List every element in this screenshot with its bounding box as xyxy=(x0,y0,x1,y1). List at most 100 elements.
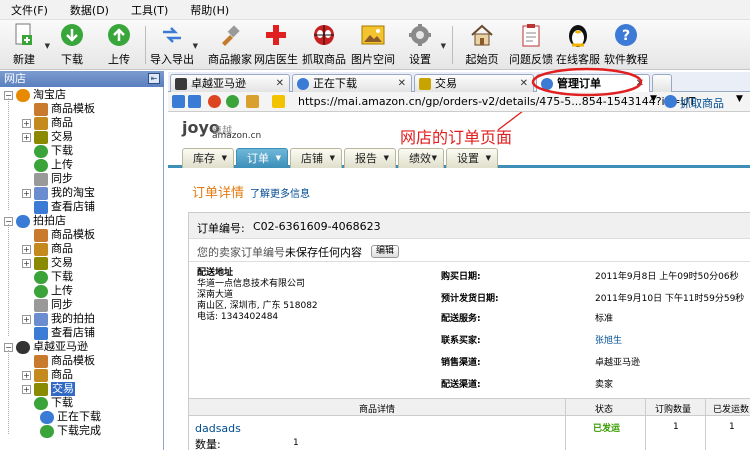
close-icon[interactable]: ✕ xyxy=(398,75,406,92)
new-tab-button[interactable] xyxy=(652,74,672,92)
shop-doctor-button[interactable]: 网店医生 xyxy=(254,22,298,67)
menu-data[interactable]: 数据(D) xyxy=(59,2,120,18)
chevron-down-icon[interactable]: ▼ xyxy=(650,94,657,104)
menu-bar: 文件(F) 数据(D) 工具(T) 帮助(H) xyxy=(0,0,750,20)
expand-icon[interactable]: + xyxy=(22,188,31,198)
item-icon xyxy=(34,102,48,116)
item-icon xyxy=(34,256,48,270)
contact-buyer-link[interactable]: 张旭生 xyxy=(595,333,622,346)
item-icon xyxy=(34,284,48,298)
store-node[interactable]: − 卓越亚马逊 xyxy=(4,340,88,354)
tree-item[interactable]: + 我的淘宝 xyxy=(22,186,95,200)
new-button[interactable]: 新建 ▼ xyxy=(2,22,50,67)
tree-item[interactable]: + 交易 xyxy=(22,382,75,396)
star-icon[interactable] xyxy=(272,95,285,108)
close-icon[interactable]: ✕ xyxy=(520,75,528,92)
upload-button[interactable]: 上传 xyxy=(97,22,141,67)
store-node[interactable]: − 拍拍店 xyxy=(4,214,66,228)
tree-item[interactable]: + 交易 xyxy=(22,256,73,270)
tab-downloading[interactable]: 正在下载 ✕ xyxy=(292,74,412,92)
tree-item[interactable]: 商品模板 xyxy=(22,102,95,116)
tree-item-label: 查看店铺 xyxy=(51,200,95,213)
chevron-down-icon[interactable]: ▼ xyxy=(736,94,743,104)
image-space-button[interactable]: 图片空间 xyxy=(351,22,395,67)
spider-icon xyxy=(311,22,337,48)
tree-line xyxy=(8,350,9,434)
learn-more-link[interactable]: 了解更多信息 xyxy=(250,185,310,200)
tree-item[interactable]: 同步 xyxy=(22,298,73,312)
tree-item[interactable]: + 商品 xyxy=(22,368,73,382)
item-link[interactable]: dadsads xyxy=(195,422,241,435)
stop-icon[interactable] xyxy=(208,95,221,108)
forward-icon[interactable] xyxy=(188,95,201,108)
menu-tools[interactable]: 工具(T) xyxy=(120,2,179,18)
new-label: 新建 xyxy=(13,53,35,66)
feedback-button[interactable]: 问题反馈 xyxy=(509,22,553,67)
tree-item[interactable]: 查看店铺 xyxy=(22,200,95,214)
detail-label: 预计发货日期: xyxy=(441,294,499,304)
penguin-icon xyxy=(565,22,591,48)
edit-button[interactable]: 编辑 xyxy=(365,243,400,258)
close-icon[interactable]: ✕ xyxy=(276,75,284,92)
tree-item[interactable]: + 我的拍拍 xyxy=(22,312,95,326)
tree-item[interactable]: 查看店铺 xyxy=(22,326,95,340)
tree-item[interactable]: 商品模板 xyxy=(22,228,95,242)
menu-help[interactable]: 帮助(H) xyxy=(179,2,240,18)
seller-nav: 库存 ▼ 订单 ▼ 店铺 ▼ 报告 ▼ 绩效 ▼ 设置 ▼ xyxy=(168,148,750,168)
online-support-button[interactable]: 在线客服 xyxy=(556,22,600,67)
nav-orders[interactable]: 订单 ▼ xyxy=(236,148,288,168)
home-icon[interactable] xyxy=(246,95,259,108)
download-button[interactable]: 下载 xyxy=(50,22,94,67)
store-node[interactable]: − 淘宝店 xyxy=(4,88,66,102)
expand-icon[interactable]: + xyxy=(22,370,31,380)
tree-item[interactable]: 同步 xyxy=(22,172,73,186)
import-export-button[interactable]: 导入导出 ▼ xyxy=(150,22,198,67)
tutorial-button[interactable]: ? 软件教程 xyxy=(604,22,648,67)
tab-trade[interactable]: 交易 ✕ xyxy=(414,74,534,92)
expand-icon[interactable]: + xyxy=(22,258,31,268)
tree-item[interactable]: 下载 xyxy=(22,270,73,284)
expand-icon[interactable]: + xyxy=(22,314,31,324)
nav-inventory[interactable]: 库存 ▼ xyxy=(182,148,234,168)
menu-file[interactable]: 文件(F) xyxy=(0,2,59,18)
home-button[interactable]: 起始页 xyxy=(460,22,504,67)
tree-item[interactable]: + 商品 xyxy=(22,242,73,256)
tree-item[interactable]: + 交易 xyxy=(22,130,73,144)
refresh-icon[interactable] xyxy=(226,95,239,108)
new-document-icon xyxy=(11,22,37,48)
settings-button[interactable]: 设置 ▼ xyxy=(398,22,446,67)
upload-icon xyxy=(106,22,132,48)
nav-store[interactable]: 店铺 ▼ xyxy=(290,148,342,168)
tree-subitem[interactable]: 下载完成 xyxy=(40,424,101,438)
nav-settings[interactable]: 设置 ▼ xyxy=(446,148,498,168)
tree-item[interactable]: 上传 xyxy=(22,158,73,172)
divider xyxy=(565,398,566,450)
expand-icon[interactable]: + xyxy=(22,132,31,142)
nav-label: 绩效 xyxy=(409,152,431,165)
tab-label: 交易 xyxy=(435,77,457,90)
import-export-label: 导入导出 xyxy=(150,53,194,66)
expand-icon[interactable]: + xyxy=(22,384,31,394)
tree-item[interactable]: + 商品 xyxy=(22,116,73,130)
expand-icon[interactable]: + xyxy=(22,118,31,128)
tree-subitem[interactable]: 正在下载 xyxy=(40,410,101,424)
help-icon: ? xyxy=(613,22,639,48)
item-icon xyxy=(34,144,48,158)
tab-amazon[interactable]: 卓越亚马逊 ✕ xyxy=(170,74,290,92)
chevron-down-icon: ▼ xyxy=(485,154,491,162)
tree-item[interactable]: 上传 xyxy=(22,284,73,298)
ship-line: 电话: 1343402484 xyxy=(197,312,279,322)
nav-reports[interactable]: 报告 ▼ xyxy=(344,148,396,168)
tree-item[interactable]: 商品模板 xyxy=(22,354,95,368)
product-move-button[interactable]: 商品搬家 xyxy=(208,22,252,67)
expand-icon[interactable]: + xyxy=(22,244,31,254)
edit-label: 编辑 xyxy=(371,245,400,258)
grab-product-link[interactable]: 抓取商品 xyxy=(680,95,724,111)
pin-icon[interactable]: ⇤ xyxy=(148,73,160,84)
back-icon[interactable] xyxy=(172,95,185,108)
tree-item[interactable]: 下载 xyxy=(22,396,73,410)
tree-item-label: 上传 xyxy=(51,158,73,171)
nav-performance[interactable]: 绩效 ▼ xyxy=(398,148,444,168)
grab-product-button[interactable]: 抓取商品 xyxy=(302,22,346,67)
tree-item[interactable]: 下载 xyxy=(22,144,73,158)
